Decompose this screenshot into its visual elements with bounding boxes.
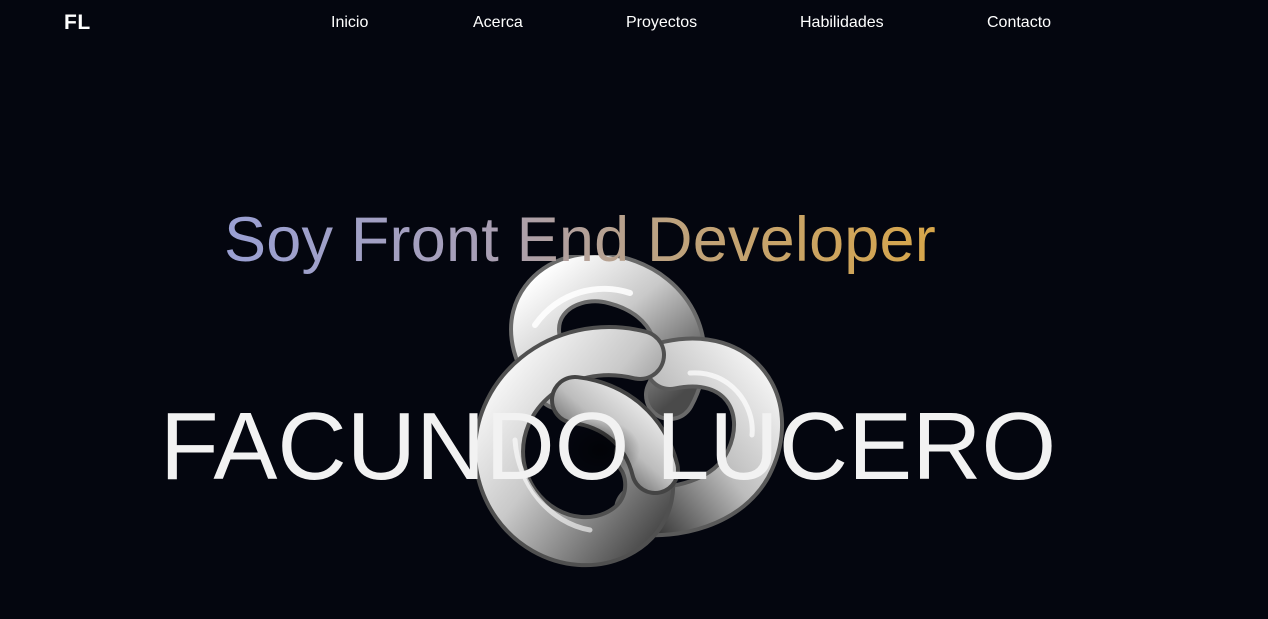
nav-link-contacto[interactable]: Contacto (987, 14, 1051, 32)
nav-link-proyectos[interactable]: Proyectos (626, 14, 697, 32)
nav-link-inicio[interactable]: Inicio (331, 14, 368, 32)
hero-subtitle: Soy Front End Developer (224, 205, 936, 275)
nav-link-acerca[interactable]: Acerca (473, 14, 523, 32)
logo[interactable]: FL (64, 11, 91, 35)
portfolio-page: FL Inicio Acerca Proyectos Habilidades C… (0, 0, 1268, 619)
navbar: FL Inicio Acerca Proyectos Habilidades C… (0, 0, 1268, 46)
hero-name: FACUNDO LUCERO (160, 393, 1057, 500)
nav-link-habilidades[interactable]: Habilidades (800, 14, 884, 32)
